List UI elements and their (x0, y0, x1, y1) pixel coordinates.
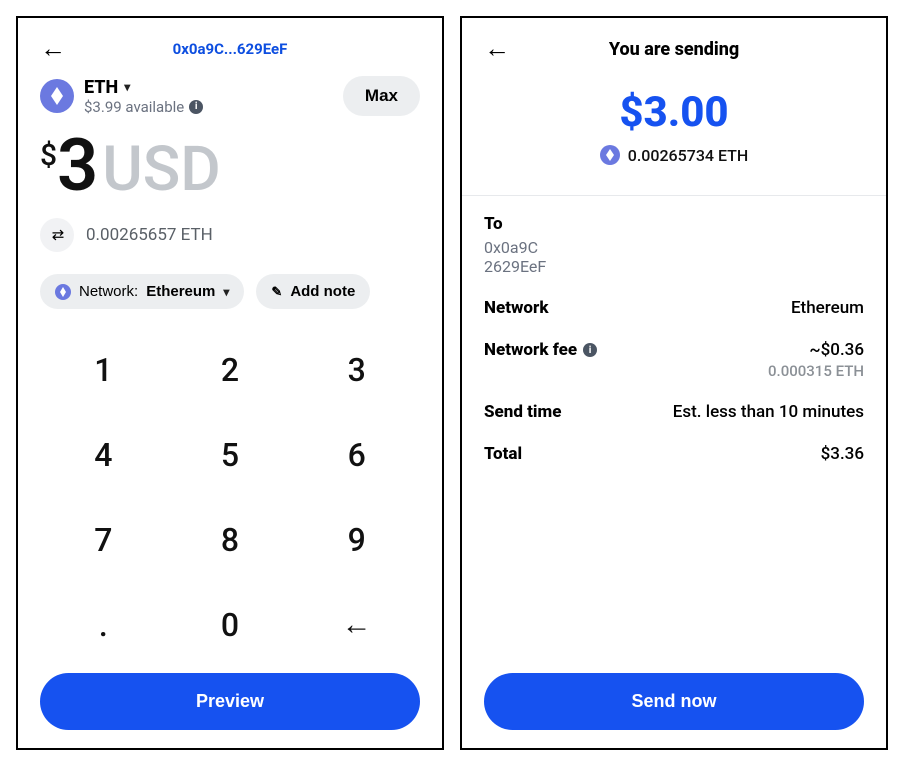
amount-currency-code: USD (102, 139, 221, 201)
total-value: $3.36 (821, 444, 864, 464)
to-address-line2: 2629EeF (484, 257, 864, 276)
amount-eth-equivalent: 0.00265657 ETH (86, 225, 213, 245)
amount-display: $ 3 USD (40, 130, 420, 202)
chevron-down-icon: ▾ (124, 80, 130, 94)
confirm-title: You are sending (510, 39, 838, 60)
destination-address-short[interactable]: 0x0a9C...629EeF (66, 40, 394, 58)
info-icon[interactable]: i (583, 343, 597, 357)
amount-currency-symbol: $ (40, 138, 57, 173)
left-header: ← 0x0a9C...629EeF (40, 36, 420, 62)
fee-label-row: Network fee i (484, 340, 597, 360)
keypad-5[interactable]: 5 (167, 412, 294, 497)
keypad-0[interactable]: 0 (167, 582, 294, 667)
network-row: Network Ethereum (484, 298, 864, 318)
keypad-8[interactable]: 8 (167, 497, 294, 582)
swap-currency-button[interactable]: ⇅ (40, 218, 74, 252)
send-now-button[interactable]: Send now (484, 673, 864, 730)
send-confirm-panel: ← You are sending $3.00 0.00265734 ETH T… (460, 16, 888, 750)
numeric-keypad: 1 2 3 4 5 6 7 8 9 . 0 ← (40, 327, 420, 667)
info-icon[interactable]: i (189, 100, 203, 114)
confirm-amount-eth: 0.00265734 ETH (628, 146, 749, 165)
network-chip-value: Ethereum (146, 283, 215, 300)
confirm-amount-eth-row: 0.00265734 ETH (484, 145, 864, 165)
asset-row: ETH ▾ $3.99 available i Max (40, 76, 420, 116)
network-chip-label: Network: (79, 283, 138, 300)
to-address-line1: 0x0a9C (484, 238, 864, 257)
available-balance-row: $3.99 available i (84, 98, 203, 116)
to-section: To 0x0a9C 2629EeF (484, 214, 864, 276)
confirm-amount-usd: $3.00 (484, 88, 864, 137)
swap-icon: ⇅ (48, 229, 66, 242)
divider (462, 195, 886, 196)
options-row: Network: Ethereum ▾ ✎ Add note (40, 274, 420, 309)
fee-value-col: ~$0.36 0.000315 ETH (768, 340, 864, 380)
sendtime-row: Send time Est. less than 10 minutes (484, 402, 864, 422)
asset-symbol-row: ETH ▾ (84, 77, 203, 98)
to-label: To (484, 214, 864, 234)
ethereum-icon (55, 284, 71, 300)
total-row: Total $3.36 (484, 444, 864, 464)
add-note-label: Add note (290, 283, 355, 300)
right-header: ← You are sending (484, 36, 864, 62)
keypad-6[interactable]: 6 (293, 412, 420, 497)
add-note-chip[interactable]: ✎ Add note (256, 274, 370, 309)
spacer (484, 464, 864, 667)
fee-row: Network fee i ~$0.36 0.000315 ETH (484, 340, 864, 380)
preview-button[interactable]: Preview (40, 673, 420, 730)
ethereum-icon (40, 79, 74, 113)
pencil-icon: ✎ (271, 284, 282, 300)
keypad-3[interactable]: 3 (293, 327, 420, 412)
total-label: Total (484, 444, 522, 464)
keypad-4[interactable]: 4 (40, 412, 167, 497)
keypad-7[interactable]: 7 (40, 497, 167, 582)
swap-row: ⇅ 0.00265657 ETH (40, 218, 420, 252)
asset-symbol: ETH (84, 77, 118, 98)
fee-usd: ~$0.36 (768, 340, 864, 360)
available-balance: $3.99 available (84, 98, 184, 116)
max-button[interactable]: Max (343, 76, 420, 116)
network-chip[interactable]: Network: Ethereum ▾ (40, 274, 244, 309)
keypad-dot[interactable]: . (40, 582, 167, 667)
ethereum-icon (600, 145, 620, 165)
asset-selector[interactable]: ETH ▾ $3.99 available i (40, 77, 203, 116)
fee-label: Network fee (484, 340, 577, 360)
keypad-9[interactable]: 9 (293, 497, 420, 582)
confirm-body: $3.00 0.00265734 ETH To 0x0a9C 2629EeF N… (484, 88, 864, 730)
sendtime-value: Est. less than 10 minutes (673, 402, 864, 422)
network-label: Network (484, 298, 549, 318)
sendtime-label: Send time (484, 402, 561, 422)
back-arrow-icon[interactable]: ← (484, 36, 510, 62)
network-value: Ethereum (791, 298, 864, 318)
send-amount-panel: ← 0x0a9C...629EeF ETH ▾ $3.99 available … (16, 16, 444, 750)
keypad-backspace[interactable]: ← (293, 582, 420, 667)
fee-eth: 0.000315 ETH (768, 362, 864, 380)
chevron-down-icon: ▾ (223, 285, 229, 299)
back-arrow-icon[interactable]: ← (40, 36, 66, 62)
keypad-2[interactable]: 2 (167, 327, 294, 412)
keypad-1[interactable]: 1 (40, 327, 167, 412)
amount-value: 3 (57, 130, 98, 202)
